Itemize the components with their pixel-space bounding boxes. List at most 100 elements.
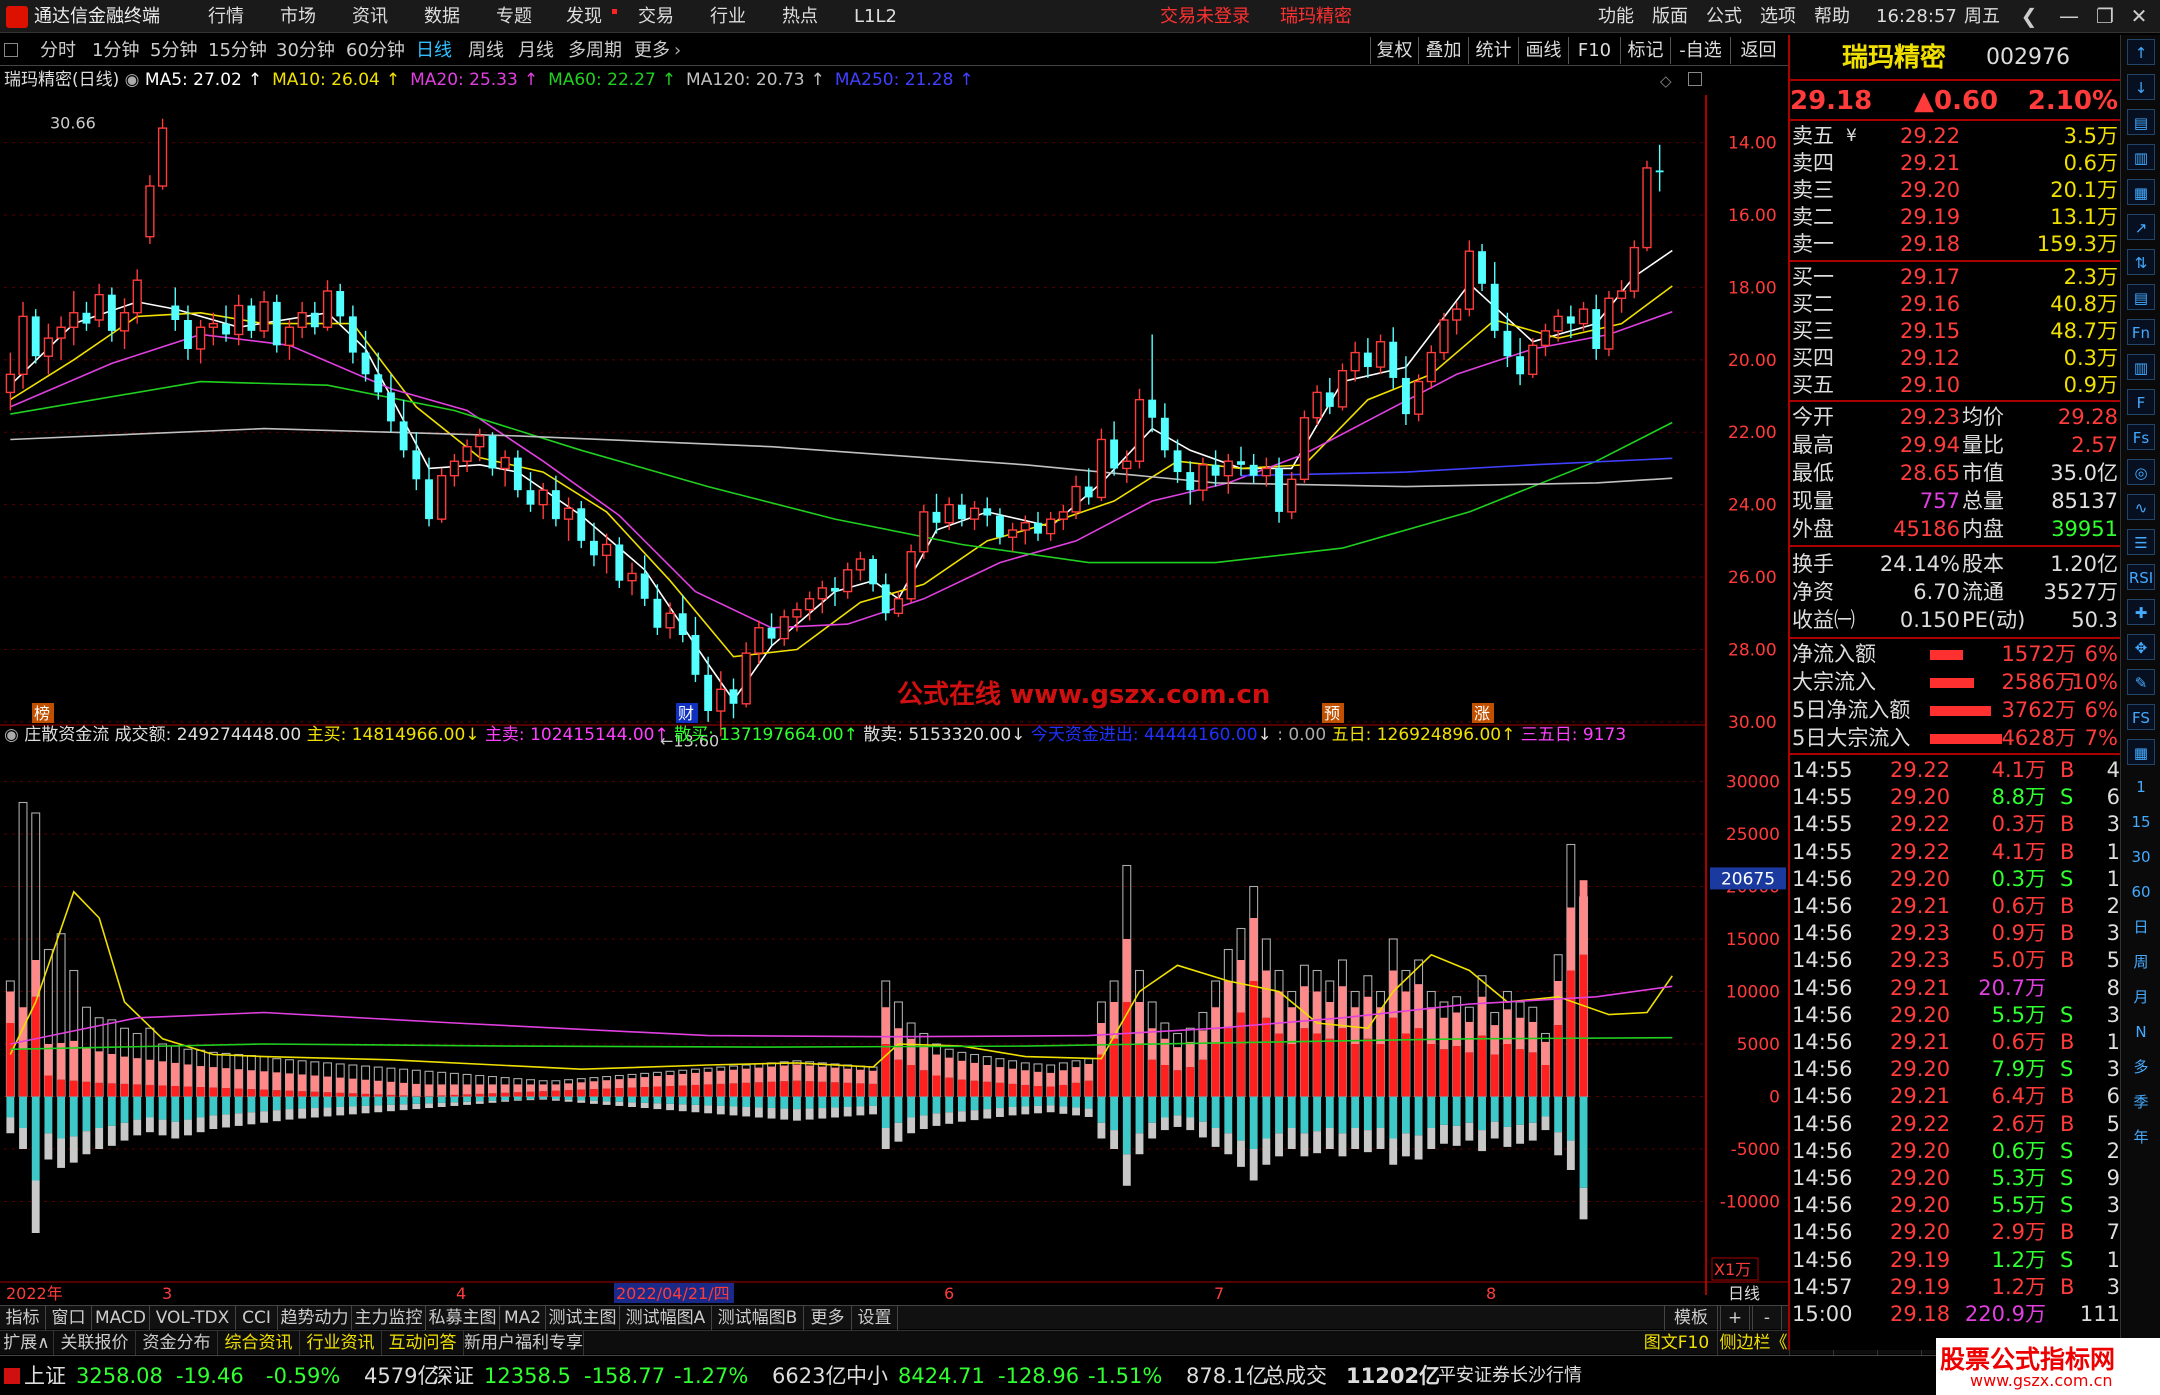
side-tool-icon[interactable]: ▤ (2127, 284, 2155, 310)
tool-adjust[interactable]: 复权 (1370, 37, 1418, 64)
period-weekly[interactable]: 周线 (468, 35, 504, 66)
tool-watchlist[interactable]: -自选 (1670, 37, 1730, 64)
side-tool-icon[interactable]: 周 (2127, 949, 2155, 975)
tool-mark[interactable]: 标记 (1620, 37, 1670, 64)
chart-maximize-icon[interactable] (1688, 72, 1702, 86)
side-tool-icon[interactable]: ▥ (2127, 354, 2155, 380)
menu-trade[interactable]: 交易 (638, 0, 674, 33)
side-tool-icon[interactable]: 月 (2127, 984, 2155, 1010)
period-intraday[interactable]: 分时 (40, 35, 76, 66)
indicator-tab-5[interactable]: 趋势动力 (278, 1306, 352, 1330)
index-name[interactable]: 中小 (846, 1356, 888, 1395)
chevron-right-icon[interactable]: › (674, 35, 681, 66)
side-tool-icon[interactable]: ▥ (2127, 144, 2155, 170)
indicator-tab-12[interactable]: 更多 (804, 1306, 852, 1330)
menu-l1l2[interactable]: L1L2 (854, 0, 897, 33)
flow-options-icon[interactable]: ◉ (4, 725, 24, 745)
side-tool-icon[interactable]: ↗ (2127, 214, 2155, 240)
info-tab-right-1[interactable]: 侧边栏《 (1718, 1331, 1790, 1355)
tool-f10[interactable]: F10 (1568, 37, 1620, 64)
indicator-tab-10[interactable]: 测试幅图A (620, 1306, 712, 1330)
menu-discover[interactable]: 发现 (566, 0, 602, 33)
indicator-tab-1[interactable]: 窗口 (46, 1306, 92, 1330)
info-tab-right-0[interactable]: 图文F10 (1636, 1331, 1718, 1355)
info-tab-6[interactable]: 新用户福利专享 (464, 1331, 584, 1355)
side-tool-icon[interactable]: ▦ (2127, 179, 2155, 205)
side-tool-icon[interactable]: 1 (2127, 774, 2155, 800)
info-tab-2[interactable]: 资金分布 (136, 1331, 218, 1355)
side-tool-icon[interactable]: 多 (2127, 1054, 2155, 1080)
side-tool-icon[interactable]: 60 (2127, 879, 2155, 905)
event-marker[interactable]: 预 (1322, 703, 1344, 723)
indicator-tab-4[interactable]: CCI (236, 1306, 278, 1330)
indicator-tab-0[interactable]: 指标 (0, 1306, 46, 1330)
side-tool-icon[interactable]: ↓ (2127, 74, 2155, 100)
info-tab-5[interactable]: 互动问答 (382, 1331, 464, 1355)
side-tool-icon[interactable]: N (2127, 1019, 2155, 1045)
period-multi[interactable]: 多周期 (568, 35, 622, 66)
close-icon[interactable]: ✕ (2124, 3, 2154, 29)
side-tool-icon[interactable]: 季 (2127, 1089, 2155, 1115)
menu-function[interactable]: 功能 (1598, 0, 1634, 33)
indicator-tab-6[interactable]: 主力监控 (352, 1306, 426, 1330)
menu-help[interactable]: 帮助 (1814, 0, 1850, 33)
side-tool-icon[interactable]: ☰ (2127, 529, 2155, 555)
indicator-tab-8[interactable]: MA2 (500, 1306, 546, 1330)
info-tab-4[interactable]: 行业资讯 (300, 1331, 382, 1355)
indicator-tab-7[interactable]: 私募主图 (426, 1306, 500, 1330)
login-status[interactable]: 交易未登录 (1160, 0, 1250, 33)
tool-draw[interactable]: 画线 (1518, 37, 1568, 64)
side-tool-icon[interactable]: ▦ (2127, 739, 2155, 765)
side-tool-icon[interactable]: 30 (2127, 844, 2155, 870)
side-tool-icon[interactable]: ✚ (2127, 599, 2155, 625)
tool-stats[interactable]: 统计 (1468, 37, 1518, 64)
restore-icon[interactable]: ❐ (2090, 3, 2120, 29)
layout-toggle-icon[interactable] (4, 43, 18, 57)
menu-formula[interactable]: 公式 (1706, 0, 1742, 33)
side-tool-icon[interactable]: Fs (2127, 424, 2155, 450)
menu-quotes[interactable]: 行情 (208, 0, 244, 33)
info-tab-0[interactable]: 扩展∧ (0, 1331, 54, 1355)
indicator-tab-9[interactable]: 测试主图 (546, 1306, 620, 1330)
chart-diamond-icon[interactable]: ◇ (1660, 72, 1672, 90)
period-daily[interactable]: 日线 (416, 35, 452, 66)
indicator-tab-2[interactable]: MACD (92, 1306, 150, 1330)
side-tool-icon[interactable]: ⇅ (2127, 249, 2155, 275)
side-tool-icon[interactable]: F (2127, 389, 2155, 415)
menu-hot[interactable]: 热点 (782, 0, 818, 33)
side-tool-icon[interactable]: 日 (2127, 914, 2155, 940)
side-tool-icon[interactable]: ∿ (2127, 494, 2155, 520)
period-5min[interactable]: 5分钟 (150, 35, 197, 66)
event-marker[interactable]: 榜 (32, 703, 54, 723)
indicator-tab-11[interactable]: 测试幅图B (712, 1306, 804, 1330)
back-arrow-icon[interactable]: ❮ (2014, 3, 2044, 29)
info-tab-1[interactable]: 关联报价 (54, 1331, 136, 1355)
side-tool-icon[interactable]: 年 (2127, 1124, 2155, 1150)
side-tool-icon[interactable]: RSI (2127, 564, 2155, 590)
period-more[interactable]: 更多 (634, 35, 670, 66)
bottom-tool-2[interactable]: - (1752, 1306, 1782, 1330)
period-monthly[interactable]: 月线 (518, 35, 554, 66)
period-30min[interactable]: 30分钟 (276, 35, 335, 66)
event-marker[interactable]: 涨 (1472, 703, 1494, 723)
side-tool-icon[interactable]: 15 (2127, 809, 2155, 835)
bottom-tool-1[interactable]: + (1720, 1306, 1750, 1330)
menu-news[interactable]: 资讯 (352, 0, 388, 33)
side-tool-icon[interactable]: ◎ (2127, 459, 2155, 485)
menu-topic[interactable]: 专题 (496, 0, 532, 33)
menu-industry[interactable]: 行业 (710, 0, 746, 33)
menu-layout[interactable]: 版面 (1652, 0, 1688, 33)
menu-options[interactable]: 选项 (1760, 0, 1796, 33)
period-15min[interactable]: 15分钟 (208, 35, 267, 66)
tool-back[interactable]: 返回 (1730, 37, 1786, 64)
side-tool-icon[interactable]: ↑ (2127, 39, 2155, 65)
index-name[interactable]: 上证 (24, 1356, 66, 1395)
indicator-tab-13[interactable]: 设置 (852, 1306, 898, 1330)
period-1min[interactable]: 1分钟 (92, 35, 139, 66)
menu-market[interactable]: 市场 (280, 0, 316, 33)
menu-data[interactable]: 数据 (424, 0, 460, 33)
side-tool-icon[interactable]: Fn (2127, 319, 2155, 345)
info-tab-3[interactable]: 综合资讯 (218, 1331, 300, 1355)
indicator-tab-3[interactable]: VOL-TDX (150, 1306, 236, 1330)
bottom-tool-0[interactable]: 模板 (1664, 1306, 1718, 1330)
